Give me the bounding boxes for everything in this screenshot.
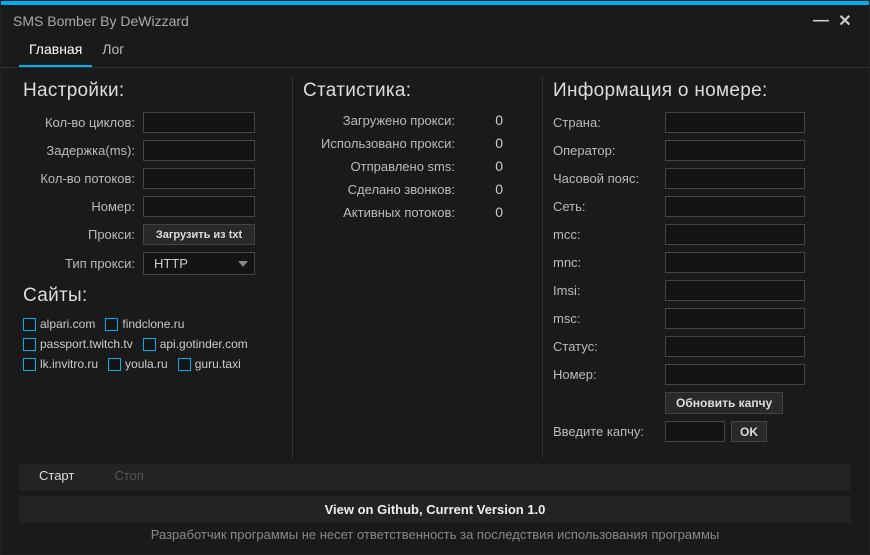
msc-label: msc: xyxy=(553,311,665,326)
stats-panel: Статистика: Загружено прокси: 0 Использо… xyxy=(293,76,543,458)
cycles-label: Кол-во циклов: xyxy=(23,115,143,130)
checkbox-icon xyxy=(108,358,121,371)
sites-section: Сайты: alpari.com findclone.ru passport.… xyxy=(23,285,282,371)
ok-button[interactable]: OK xyxy=(731,421,767,442)
threads-input[interactable] xyxy=(143,168,255,189)
site-checkbox[interactable]: findclone.ru xyxy=(105,317,184,331)
content-area: Настройки: Кол-во циклов: Задержка(ms): … xyxy=(1,68,869,458)
footer: Старт Стоп View on Github, Current Versi… xyxy=(1,458,869,554)
start-button[interactable]: Старт xyxy=(19,464,94,490)
site-checkbox[interactable]: alpari.com xyxy=(23,317,95,331)
tab-bar: Главная Лог xyxy=(1,35,869,68)
mcc-label: mcc: xyxy=(553,227,665,242)
operator-label: Оператор: xyxy=(553,143,665,158)
checkbox-icon xyxy=(23,318,36,331)
site-checkbox[interactable]: youla.ru xyxy=(108,357,168,371)
action-bar: Старт Стоп xyxy=(19,464,851,490)
titlebar: SMS Bomber By DeWizzard — ✕ xyxy=(1,5,869,35)
imsi-label: Imsi: xyxy=(553,283,665,298)
app-window: SMS Bomber By DeWizzard — ✕ Главная Лог … xyxy=(0,0,870,555)
timezone-field[interactable] xyxy=(665,168,805,189)
calls-made-label: Сделано звонков: xyxy=(303,182,463,197)
status-field[interactable] xyxy=(665,336,805,357)
checkbox-icon xyxy=(23,338,36,351)
msc-field[interactable] xyxy=(665,308,805,329)
load-txt-button[interactable]: Загрузить из txt xyxy=(143,224,255,245)
mnc-field[interactable] xyxy=(665,252,805,273)
delay-input[interactable] xyxy=(143,140,255,161)
disclaimer-text: Разработчик программы не несет ответстве… xyxy=(19,523,851,544)
info-panel: Информация о номере: Страна: Оператор: Ч… xyxy=(543,76,843,458)
checkbox-icon xyxy=(178,358,191,371)
proxy-type-value: HTTP xyxy=(154,256,188,271)
network-field[interactable] xyxy=(665,196,805,217)
proxy-type-select[interactable]: HTTP xyxy=(143,252,255,275)
network-label: Сеть: xyxy=(553,199,665,214)
chevron-down-icon xyxy=(238,261,248,267)
number-input[interactable] xyxy=(143,196,255,217)
site-checkbox[interactable]: passport.twitch.tv xyxy=(23,337,133,351)
used-proxy-label: Использовано прокси: xyxy=(303,136,463,151)
enter-captcha-label: Введите капчу: xyxy=(553,424,665,439)
calls-made-value: 0 xyxy=(463,181,503,197)
active-threads-value: 0 xyxy=(463,204,503,220)
imsi-field[interactable] xyxy=(665,280,805,301)
window-title: SMS Bomber By DeWizzard xyxy=(13,13,189,29)
settings-heading: Настройки: xyxy=(23,80,282,102)
refresh-captcha-button[interactable]: Обновить капчу xyxy=(665,392,783,414)
operator-field[interactable] xyxy=(665,140,805,161)
minimize-button[interactable]: — xyxy=(809,12,833,30)
tab-main[interactable]: Главная xyxy=(19,35,92,67)
stats-heading: Статистика: xyxy=(303,80,532,102)
stop-button[interactable]: Стоп xyxy=(94,464,163,490)
country-label: Страна: xyxy=(553,115,665,130)
delay-label: Задержка(ms): xyxy=(23,143,143,158)
sites-heading: Сайты: xyxy=(23,285,282,307)
info-number-field[interactable] xyxy=(665,364,805,385)
loaded-proxy-label: Загружено прокси: xyxy=(303,113,463,128)
sent-sms-label: Отправлено sms: xyxy=(303,159,463,174)
cycles-input[interactable] xyxy=(143,112,255,133)
captcha-input[interactable] xyxy=(665,421,725,442)
active-threads-label: Активных потоков: xyxy=(303,205,463,220)
info-heading: Информация о номере: xyxy=(553,80,833,102)
site-checkbox[interactable]: guru.taxi xyxy=(178,357,241,371)
timezone-label: Часовой пояс: xyxy=(553,171,665,186)
threads-label: Кол-во потоков: xyxy=(23,171,143,186)
github-link[interactable]: View on Github, Current Version 1.0 xyxy=(19,496,851,523)
checkbox-icon xyxy=(105,318,118,331)
country-field[interactable] xyxy=(665,112,805,133)
info-number-label: Номер: xyxy=(553,367,665,382)
site-checkbox[interactable]: lk.invitro.ru xyxy=(23,357,98,371)
loaded-proxy-value: 0 xyxy=(463,112,503,128)
settings-panel: Настройки: Кол-во циклов: Задержка(ms): … xyxy=(13,76,293,458)
close-button[interactable]: ✕ xyxy=(833,11,857,31)
used-proxy-value: 0 xyxy=(463,135,503,151)
checkbox-icon xyxy=(143,338,156,351)
proxy-type-label: Тип прокси: xyxy=(23,256,143,271)
checkbox-icon xyxy=(23,358,36,371)
tab-log[interactable]: Лог xyxy=(92,35,134,67)
number-label: Номер: xyxy=(23,199,143,214)
proxy-label: Прокси: xyxy=(23,227,143,242)
sent-sms-value: 0 xyxy=(463,158,503,174)
site-checkbox[interactable]: api.gotinder.com xyxy=(143,337,248,351)
status-label: Статус: xyxy=(553,339,665,354)
mnc-label: mnc: xyxy=(553,255,665,270)
mcc-field[interactable] xyxy=(665,224,805,245)
